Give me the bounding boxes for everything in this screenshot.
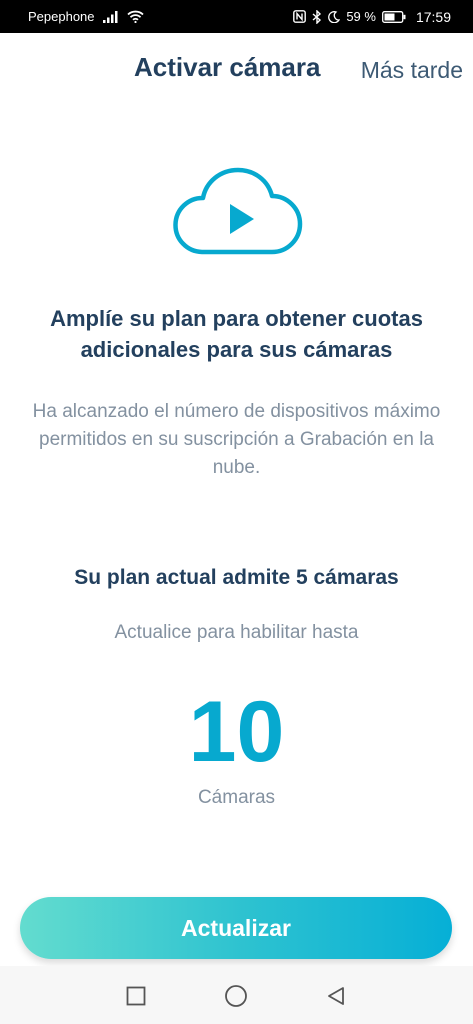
camera-count: 10 xyxy=(188,684,285,780)
later-button[interactable]: Más tarde xyxy=(361,57,463,84)
status-time: 17:59 xyxy=(415,8,451,25)
status-right: 59 % 17:59 xyxy=(293,0,451,33)
navigation-bar xyxy=(0,966,473,1024)
description: Ha alcanzado el número de dispositivos m… xyxy=(32,401,441,478)
carrier-name: Pepephone xyxy=(28,9,95,24)
recent-apps-icon[interactable] xyxy=(120,980,152,1012)
cloud-play-icon xyxy=(168,166,304,258)
upgrade-hint-text: Actualice para habilitar hasta xyxy=(114,622,359,643)
status-left: Pepephone xyxy=(28,0,144,33)
status-bar: Pepephone 59 % 17:59 xyxy=(0,0,473,33)
page-title: Activar cámara xyxy=(134,52,321,82)
camera-unit-label: Cámaras xyxy=(197,787,276,808)
headline: Amplíe su plan para obtener cuotas adici… xyxy=(50,306,423,362)
moon-icon xyxy=(328,10,341,23)
screen: Pepephone 59 % 17:59 Activar cámara Más … xyxy=(0,0,473,1024)
nfc-icon xyxy=(293,10,307,23)
battery-icon xyxy=(382,10,406,23)
upgrade-button[interactable]: Actualizar xyxy=(20,897,452,959)
battery-percent: 59 % xyxy=(346,9,376,24)
bluetooth-icon xyxy=(312,9,322,24)
back-icon[interactable] xyxy=(320,980,352,1012)
signal-icon xyxy=(102,10,119,23)
wifi-icon xyxy=(126,10,144,23)
current-plan-text: Su plan actual admite 5 cámaras xyxy=(74,566,399,589)
home-icon[interactable] xyxy=(220,980,252,1012)
